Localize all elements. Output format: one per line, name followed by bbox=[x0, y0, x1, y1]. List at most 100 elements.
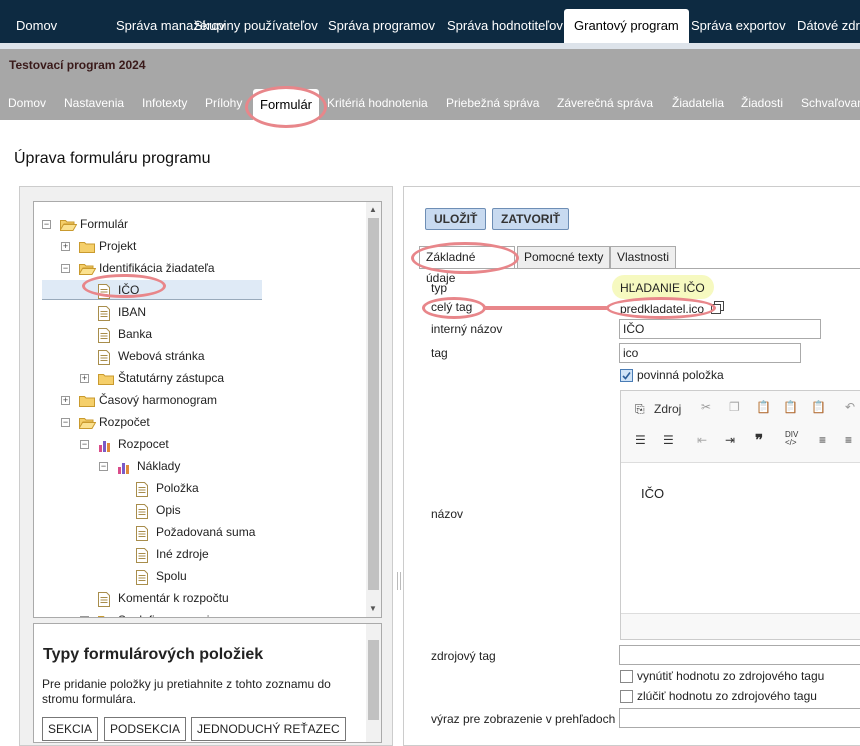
tree-node-label[interactable]: Časový harmonogram bbox=[99, 390, 217, 410]
numbered-list-icon[interactable]: ☰ bbox=[635, 433, 646, 447]
overview-input[interactable] bbox=[619, 708, 860, 728]
folder-open-icon bbox=[78, 262, 97, 278]
types-scrollbar[interactable] bbox=[366, 624, 381, 742]
tree-node-label[interactable]: IBAN bbox=[118, 302, 146, 322]
top-nav-item[interactable]: Správa hodnotiteľov bbox=[437, 9, 573, 43]
tree-scrollbar[interactable]: ▲ ▼ bbox=[366, 202, 381, 617]
tab-properties[interactable]: Vlastnosti bbox=[610, 246, 677, 269]
paste-icon[interactable]: 📋 bbox=[756, 400, 771, 414]
tree-toggle-icon[interactable]: − bbox=[80, 440, 89, 449]
type-podsekcia-button[interactable]: PODSEKCIA bbox=[104, 717, 187, 741]
program-tab[interactable]: Schvaľovan bbox=[801, 96, 860, 110]
undo-icon[interactable]: ↶ bbox=[845, 400, 855, 414]
overview-label: výraz pre zobrazenie v prehľadoch bbox=[431, 712, 616, 726]
paste-text-icon[interactable]: 📋 bbox=[783, 400, 798, 414]
document-icon bbox=[136, 526, 148, 544]
scroll-down-icon[interactable]: ▼ bbox=[369, 604, 377, 613]
tree-node-label[interactable]: Projekt bbox=[99, 236, 136, 256]
type-value: HĽADANIE IČO bbox=[620, 281, 705, 295]
program-tab[interactable]: Infotexty bbox=[142, 96, 187, 110]
document-icon bbox=[136, 504, 148, 522]
top-nav-item[interactable]: Správa programov bbox=[318, 9, 445, 43]
annotation-circle bbox=[245, 86, 327, 128]
tree-toggle-icon[interactable]: + bbox=[61, 242, 70, 251]
program-tab[interactable]: Žiadatelia bbox=[672, 96, 724, 110]
source-button[interactable]: Zdroj bbox=[654, 402, 681, 416]
internal-name-label: interný názov bbox=[431, 322, 503, 336]
tree-toggle-icon[interactable]: − bbox=[99, 462, 108, 471]
tree-toggle-icon[interactable]: − bbox=[42, 220, 51, 229]
program-tab[interactable]: Domov bbox=[8, 96, 46, 110]
program-tab[interactable]: Nastavenia bbox=[64, 96, 124, 110]
chart-icon bbox=[98, 438, 112, 455]
top-nav-item[interactable]: Domov bbox=[6, 9, 67, 43]
tree-node-label[interactable]: Štatutárny zástupca bbox=[118, 368, 224, 388]
source-tag-input[interactable] bbox=[619, 645, 860, 665]
types-description: Pre pridanie položky ju pretiahnite z to… bbox=[42, 677, 331, 706]
top-nav-item[interactable]: Správa exportov bbox=[681, 9, 796, 43]
tree-node-label[interactable]: Spolu bbox=[156, 566, 187, 586]
page-title: Úprava formuláru programu bbox=[14, 150, 211, 167]
internal-name-input[interactable]: IČO bbox=[619, 319, 821, 339]
bullet-list-icon[interactable]: ☰ bbox=[663, 433, 674, 447]
tree-node-label[interactable]: Komentár k rozpočtu bbox=[118, 588, 229, 608]
tree-node-label[interactable]: Náklady bbox=[137, 456, 180, 476]
tree-toggle-icon[interactable]: + bbox=[80, 374, 89, 383]
tag-input[interactable]: ico bbox=[619, 343, 801, 363]
annotation-line bbox=[484, 306, 608, 310]
type-sekcia-button[interactable]: SEKCIA bbox=[42, 717, 99, 741]
tree-node-label[interactable]: Opis bbox=[156, 500, 181, 520]
program-tab[interactable]: Prílohy bbox=[205, 96, 242, 110]
folder-icon bbox=[98, 614, 114, 617]
scroll-thumb[interactable] bbox=[368, 218, 379, 590]
tree-node-label[interactable]: Rozpocet bbox=[118, 434, 169, 454]
editor-content[interactable]: IČO bbox=[641, 486, 664, 501]
tree-node-label[interactable]: Rozpočet bbox=[99, 412, 150, 432]
top-nav: Domov Správa manažérov Skupiny používate… bbox=[0, 0, 860, 43]
splitter-handle[interactable] bbox=[397, 572, 401, 590]
blockquote-icon[interactable]: ❞ bbox=[755, 431, 763, 449]
tree-node-label[interactable]: Požadovaná suma bbox=[156, 522, 255, 542]
paste-word-icon[interactable]: 📋 bbox=[811, 400, 826, 414]
outdent-icon[interactable]: ⇤ bbox=[697, 433, 707, 447]
type-retazec-button[interactable]: JEDNODUCHÝ REŤAZEC bbox=[191, 717, 346, 741]
types-panel: Typy formulárových položiek Pre pridanie… bbox=[33, 623, 382, 743]
tree-node-label[interactable]: Banka bbox=[118, 324, 152, 344]
tree-toggle-icon[interactable]: + bbox=[80, 616, 89, 617]
scroll-thumb[interactable] bbox=[368, 640, 379, 720]
merge-checkbox[interactable] bbox=[620, 690, 633, 703]
scroll-up-icon[interactable]: ▲ bbox=[369, 205, 377, 214]
tree-toggle-icon[interactable]: − bbox=[61, 418, 70, 427]
folder-icon bbox=[98, 372, 114, 388]
program-tab[interactable]: Priebežná správa bbox=[446, 96, 539, 110]
program-tab[interactable]: Žiadosti bbox=[741, 96, 783, 110]
top-nav-item[interactable]: Dátové zdr bbox=[787, 9, 860, 43]
required-checkbox[interactable] bbox=[620, 369, 633, 382]
top-nav-item-active[interactable]: Grantový program bbox=[564, 9, 689, 43]
tree-node-label[interactable]: Webová stránka bbox=[118, 346, 205, 366]
close-button[interactable]: ZATVORIŤ bbox=[492, 208, 570, 230]
tree-toggle-icon[interactable]: + bbox=[61, 396, 70, 405]
tree-node-label[interactable]: Položka bbox=[156, 478, 199, 498]
save-button[interactable]: ULOŽIŤ bbox=[425, 208, 487, 230]
div-icon[interactable]: DIV </> bbox=[785, 431, 798, 447]
top-nav-item[interactable]: Skupiny používateľov bbox=[184, 9, 328, 43]
tree-node-label[interactable]: Iné zdroje bbox=[156, 544, 209, 564]
cut-icon[interactable]: ✂ bbox=[701, 400, 711, 414]
copy-doc-icon[interactable]: ❐ bbox=[729, 400, 740, 414]
force-checkbox[interactable] bbox=[620, 670, 633, 683]
form-tree[interactable]: ▲ ▼ − Formulár + Projekt − Identifikácia žiad… bbox=[33, 201, 382, 618]
tab-help-texts[interactable]: Pomocné texty bbox=[517, 246, 611, 269]
program-tab[interactable]: Kritériá hodnotenia bbox=[327, 96, 428, 110]
rich-text-editor[interactable]: ⎘ Zdroj ✂ ❐ 📋 📋 📋 ↶ ☰ ☰ ⇤ ⇥ ❞ DIV </> ≡ ≡… bbox=[620, 390, 860, 640]
program-tab[interactable]: Záverečná správa bbox=[557, 96, 653, 110]
document-icon bbox=[98, 350, 110, 368]
tree-toggle-icon[interactable]: − bbox=[61, 264, 70, 273]
align-center-icon[interactable]: ≡ bbox=[845, 433, 852, 447]
source-icon[interactable]: ⎘ bbox=[635, 402, 645, 417]
source-tag-label: zdrojový tag bbox=[431, 649, 496, 663]
tree-node-label[interactable]: Spolufinancovanie bbox=[118, 610, 216, 617]
indent-icon[interactable]: ⇥ bbox=[725, 433, 735, 447]
tree-node-label[interactable]: Formulár bbox=[80, 214, 128, 234]
align-left-icon[interactable]: ≡ bbox=[819, 433, 826, 447]
